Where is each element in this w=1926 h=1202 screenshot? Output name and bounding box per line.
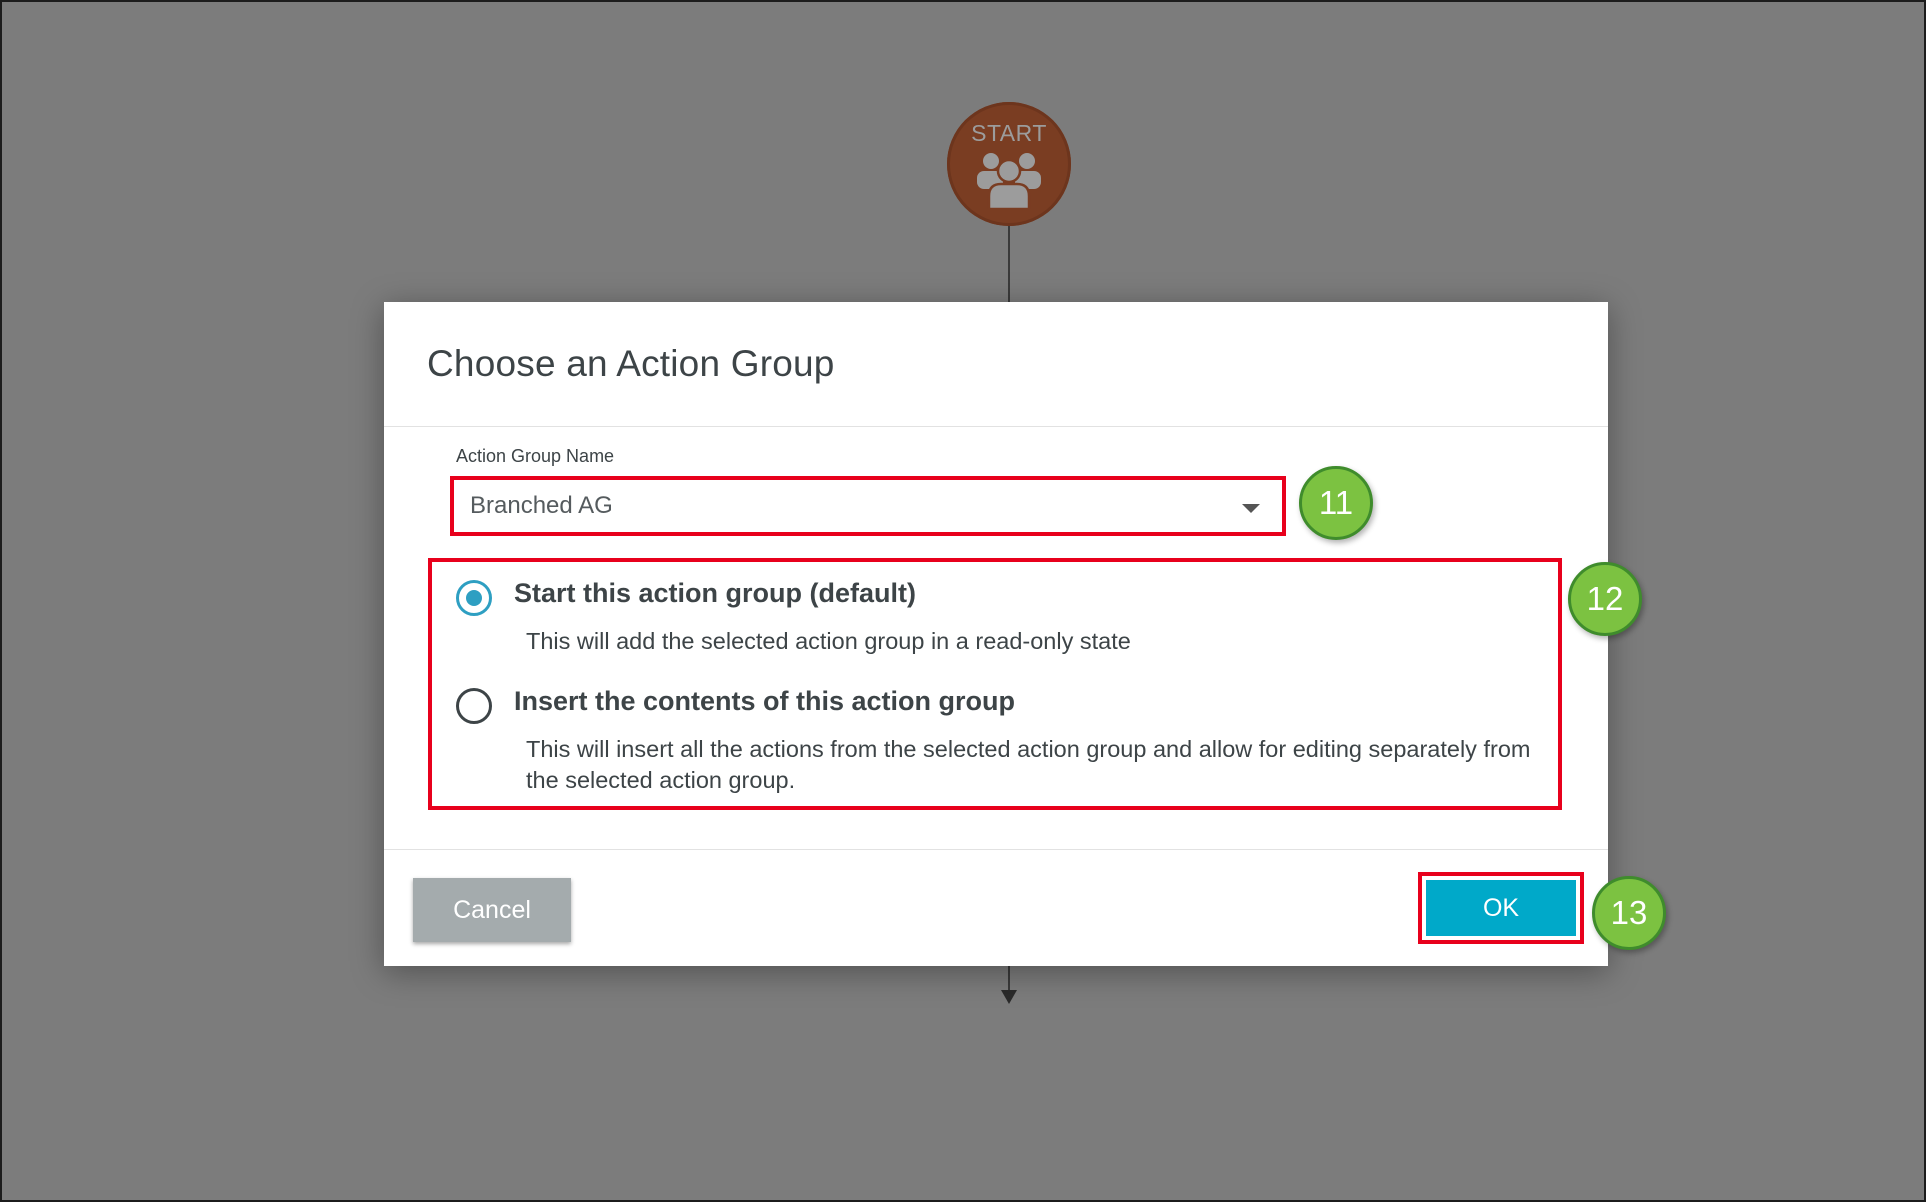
ok-button-highlight: OK	[1418, 872, 1584, 944]
cancel-button[interactable]: Cancel	[413, 878, 571, 942]
workflow-canvas: START Choose an Action Group Action Grou…	[0, 0, 1926, 1202]
choose-action-group-dialog: Choose an Action Group Action Group Name…	[384, 302, 1608, 966]
option-insert-description: This will insert all the actions from th…	[526, 736, 1531, 793]
radio-insert-contents[interactable]	[456, 688, 492, 724]
action-group-mode-options: Start this action group (default) This w…	[428, 558, 1562, 810]
start-label: START	[971, 120, 1047, 146]
callout-badge-13: 13	[1592, 876, 1666, 950]
callout-badge-11: 11	[1299, 466, 1373, 540]
dialog-header: Choose an Action Group	[384, 302, 1608, 427]
action-group-select[interactable]: Branched AG	[450, 476, 1286, 536]
action-group-select-value: Branched AG	[470, 492, 613, 519]
dialog-title: Choose an Action Group	[427, 343, 835, 384]
radio-start-action-group[interactable]	[456, 580, 492, 616]
users-group-icon	[977, 153, 1041, 209]
ok-button[interactable]: OK	[1426, 880, 1576, 936]
option-start-description: This will add the selected action group …	[526, 628, 1131, 654]
callout-badge-12: 12	[1568, 562, 1642, 636]
dialog-footer: Cancel OK	[384, 849, 1608, 966]
chevron-down-icon[interactable]	[1242, 504, 1260, 513]
option-start-title: Start this action group (default)	[514, 578, 916, 608]
option-insert-title: Insert the contents of this action group	[514, 686, 1016, 716]
start-node[interactable]: START	[947, 102, 1071, 226]
action-group-name-label: Action Group Name	[456, 446, 615, 466]
arrow-down-icon	[1001, 990, 1017, 1004]
connector-line-top	[1008, 226, 1010, 302]
connector-line-bottom	[1008, 964, 1010, 990]
